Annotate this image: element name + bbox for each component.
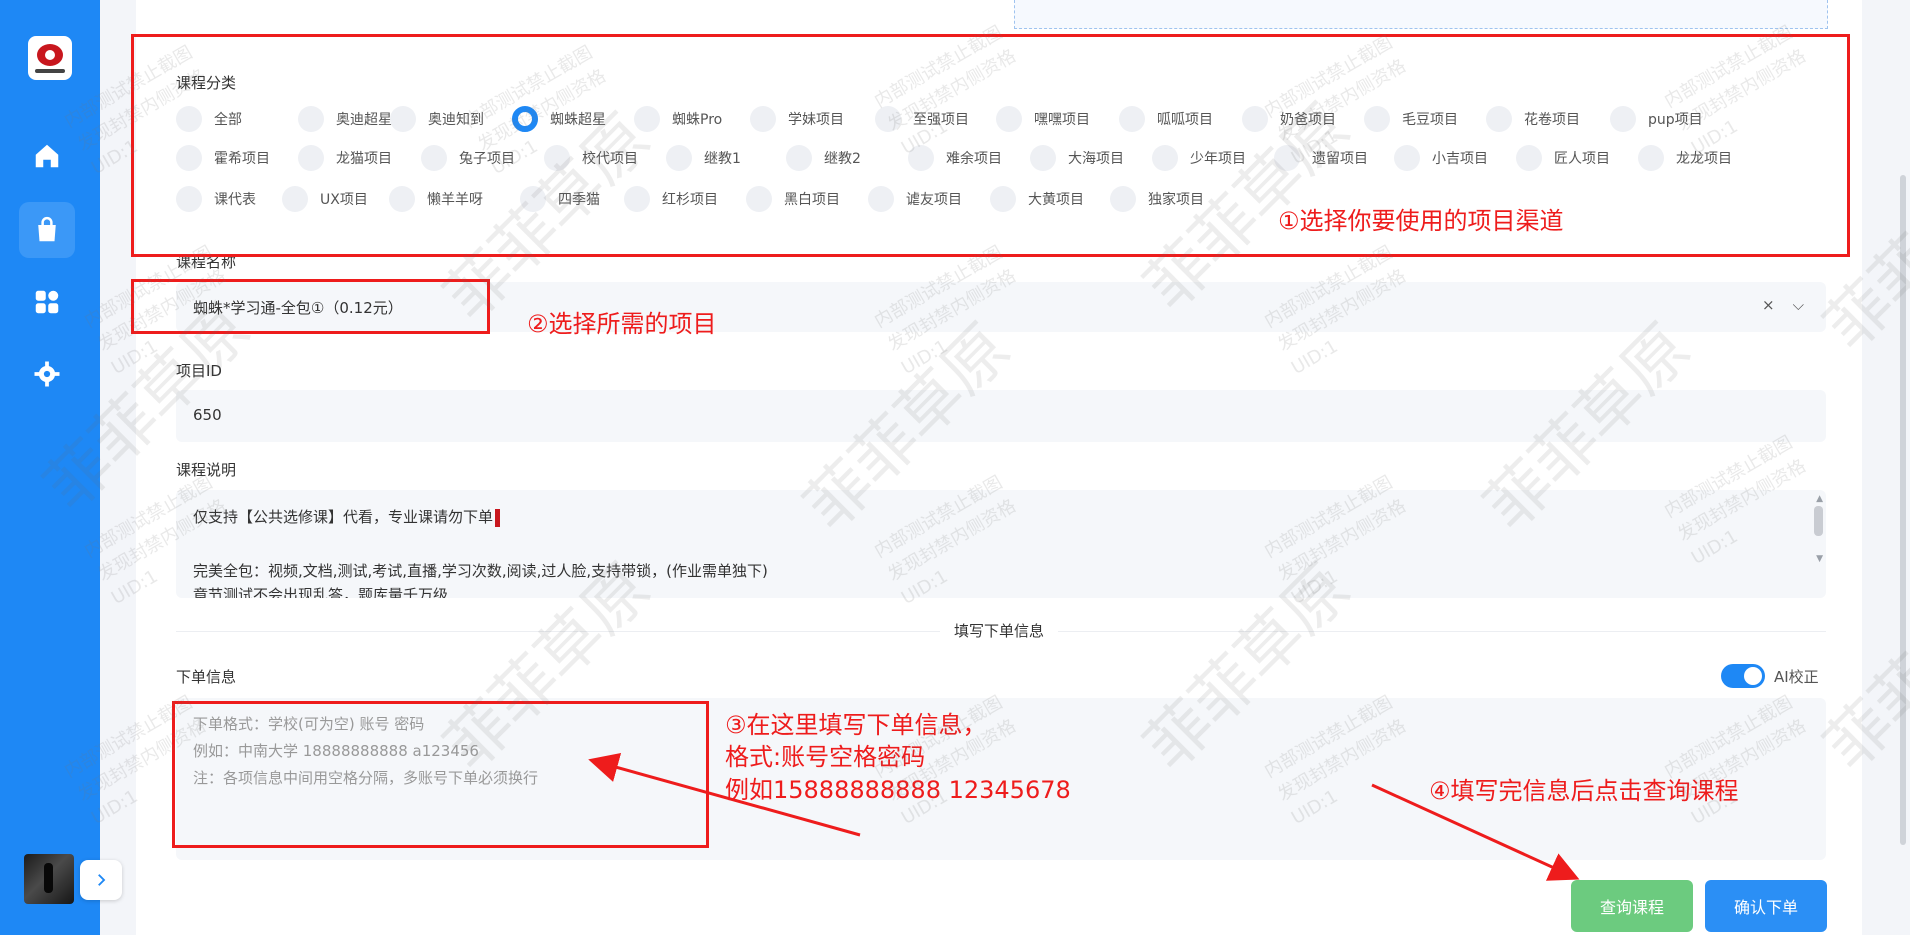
- description-scrollbar[interactable]: [1814, 506, 1823, 536]
- nav-settings[interactable]: [19, 346, 75, 402]
- annotation-step2: ②选择所需的项目: [527, 310, 717, 338]
- logo-caption: [35, 68, 65, 73]
- nav-apps[interactable]: [19, 274, 75, 330]
- logo-mark: [37, 43, 63, 66]
- order-info-label: 下单信息: [176, 668, 237, 686]
- nav-shop[interactable]: [19, 202, 75, 258]
- user-avatar[interactable]: [24, 854, 74, 904]
- description-line-3: 完美全包：视频,文档,测试,考试,直播,学习次数,阅读,过人脸,支持带锁，(作业…: [193, 562, 768, 580]
- chevron-right-icon: [98, 874, 106, 886]
- annotation-step3-line-3: 例如15888888888 12345678: [725, 775, 1071, 804]
- clear-icon[interactable]: ×: [1762, 296, 1775, 314]
- upload-area[interactable]: [1014, 0, 1828, 29]
- annotation-step3-line-2: 格式:账号空格密码: [725, 743, 926, 772]
- sidebar: [0, 0, 100, 935]
- scroll-up-icon[interactable]: ▲: [1816, 494, 1823, 504]
- annotation-step4: ④填写完信息后点击查询课程: [1429, 777, 1739, 805]
- annotation-box-step2: [131, 279, 490, 334]
- project-id-field[interactable]: 650: [176, 390, 1826, 442]
- description-textarea[interactable]: 仅支持【公共选修课】代看，专业课请勿下单 完美全包：视频,文档,测试,考试,直播…: [176, 490, 1826, 598]
- sidebar-toggle-button[interactable]: [80, 860, 122, 900]
- query-course-button[interactable]: 查询课程: [1571, 880, 1693, 932]
- confirm-order-button[interactable]: 确认下单: [1705, 880, 1827, 932]
- page-scrollbar[interactable]: [1900, 175, 1906, 845]
- chevron-down-icon[interactable]: ⌵: [1793, 296, 1804, 314]
- ai-correction-toggle[interactable]: [1721, 664, 1765, 688]
- shopping-bag-icon: [38, 216, 56, 242]
- annotation-step3-line-1: ③在这里填写下单信息，: [725, 711, 987, 739]
- nav-home[interactable]: [19, 128, 75, 184]
- project-id-label: 项目ID: [176, 362, 222, 380]
- ai-correction-label: AI校正: [1774, 668, 1819, 686]
- text-cursor: [495, 508, 501, 527]
- annotation-step1: ①选择你要使用的项目渠道: [1278, 207, 1564, 235]
- description-line-4: 章节测试不会出现乱答，题库量千万级: [193, 586, 449, 598]
- home-icon: [35, 144, 59, 168]
- app-logo[interactable]: [28, 36, 72, 80]
- section-title: 填写下单信息: [940, 620, 1059, 641]
- annotation-box-step1: [131, 34, 1850, 257]
- gear-icon: [34, 361, 60, 387]
- project-id-value: 650: [193, 406, 222, 424]
- annotation-step3: ③在这里填写下单信息， 格式:账号空格密码 例如15888888888 1234…: [725, 709, 1071, 806]
- annotation-box-step3: [172, 701, 709, 848]
- description-line-1: 仅支持【公共选修课】代看，专业课请勿下单: [193, 506, 501, 527]
- grid-icon: [35, 290, 59, 314]
- scroll-down-icon[interactable]: ▼: [1816, 554, 1823, 564]
- description-label: 课程说明: [176, 461, 237, 479]
